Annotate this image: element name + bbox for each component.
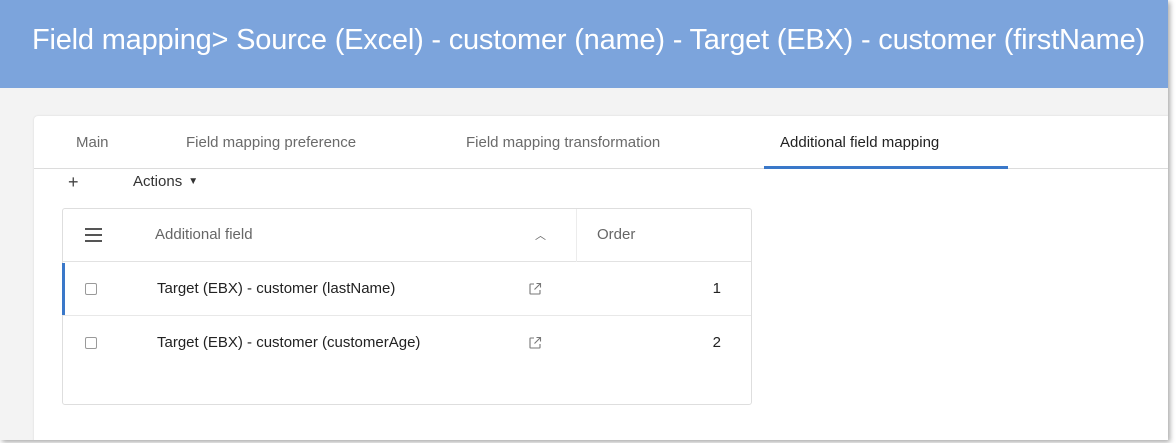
form-panel: Main Field mapping preference Field mapp… (34, 116, 1168, 440)
column-divider (576, 209, 577, 262)
page-header: Field mapping> Source (Excel) - customer… (0, 0, 1168, 88)
actions-label: Actions (133, 173, 183, 190)
additional-field-table: Additional field ︿ Order Target (EBX) - … (62, 208, 752, 405)
column-header-order[interactable]: Order (597, 226, 635, 243)
table-row[interactable]: Target (EBX) - customer (lastName) 1 (62, 263, 751, 316)
chevron-up-icon[interactable]: ︿ (535, 227, 546, 243)
row-checkbox[interactable] (85, 283, 97, 295)
table-header: Additional field ︿ Order (63, 209, 751, 262)
row-selection-indicator (62, 263, 65, 315)
column-header-additional-field[interactable]: Additional field (155, 226, 253, 243)
add-button[interactable]: + (68, 172, 79, 193)
window: Field mapping> Source (Excel) - customer… (0, 0, 1168, 440)
hamburger-menu-icon[interactable] (85, 228, 102, 242)
table-row[interactable]: Target (EBX) - customer (customerAge) 2 (63, 317, 751, 370)
additional-field-cell: Target (EBX) - customer (lastName) (157, 280, 396, 297)
actions-menu-button[interactable]: Actions ▼ (133, 173, 198, 190)
caret-down-icon: ▼ (188, 176, 199, 187)
tab-field-mapping-preference[interactable]: Field mapping preference (186, 134, 356, 151)
active-tab-indicator (764, 166, 1008, 169)
row-checkbox[interactable] (85, 337, 97, 349)
tab-field-mapping-transformation[interactable]: Field mapping transformation (466, 134, 660, 151)
content-area: Main Field mapping preference Field mapp… (0, 88, 1168, 440)
external-link-icon[interactable] (528, 336, 542, 350)
order-cell: 2 (712, 334, 721, 351)
order-cell: 1 (712, 280, 721, 297)
tab-bar: Main Field mapping preference Field mapp… (34, 116, 1168, 169)
page-title: Field mapping> Source (Excel) - customer… (32, 24, 1145, 56)
additional-field-cell: Target (EBX) - customer (customerAge) (157, 334, 421, 351)
external-link-icon[interactable] (528, 282, 542, 296)
tab-main[interactable]: Main (76, 134, 109, 151)
tab-additional-field-mapping[interactable]: Additional field mapping (780, 134, 939, 151)
